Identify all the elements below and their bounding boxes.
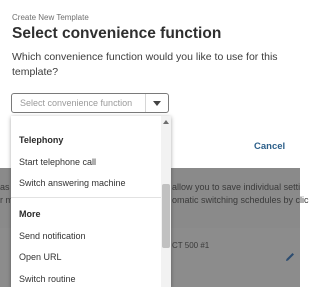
dropdown-option-open-url[interactable]: Open URL: [19, 252, 62, 262]
convenience-function-select[interactable]: Select convenience function: [11, 93, 169, 113]
select-placeholder: Select convenience function: [20, 98, 133, 108]
convenience-function-dropdown[interactable]: Telephony Start telephone call Switch an…: [11, 116, 171, 287]
dropdown-group-telephony: Telephony: [19, 135, 64, 145]
dropdown-group-more: More: [19, 209, 41, 219]
dropdown-option-send-notification[interactable]: Send notification: [19, 231, 86, 241]
modal-question: Which convenience function would you lik…: [12, 51, 278, 78]
dropdown-divider: [11, 197, 161, 198]
scrollbar-thumb[interactable]: [162, 184, 170, 248]
dropdown-option-switch-routine[interactable]: Switch routine: [19, 274, 76, 284]
dropdown-option-start-telephone-call[interactable]: Start telephone call: [19, 157, 96, 167]
select-caret-box[interactable]: [145, 94, 168, 112]
dropdown-scrollbar[interactable]: [161, 116, 171, 287]
background-text: as: [0, 182, 10, 192]
modal-overline: Create New Template: [12, 13, 89, 22]
dropdown-option-switch-answering-machine[interactable]: Switch answering machine: [19, 178, 126, 188]
modal-title: Select convenience function: [12, 25, 222, 42]
background-text: omatic switching schedules by clic: [172, 195, 309, 205]
scroll-up-icon[interactable]: [163, 120, 169, 124]
caret-down-icon: [153, 101, 161, 106]
pencil-icon: [286, 253, 294, 261]
background-text: allow you to save individual setti: [172, 182, 301, 192]
cancel-button[interactable]: Cancel: [254, 141, 285, 152]
background-device-label: CT 500 #1: [172, 241, 210, 250]
